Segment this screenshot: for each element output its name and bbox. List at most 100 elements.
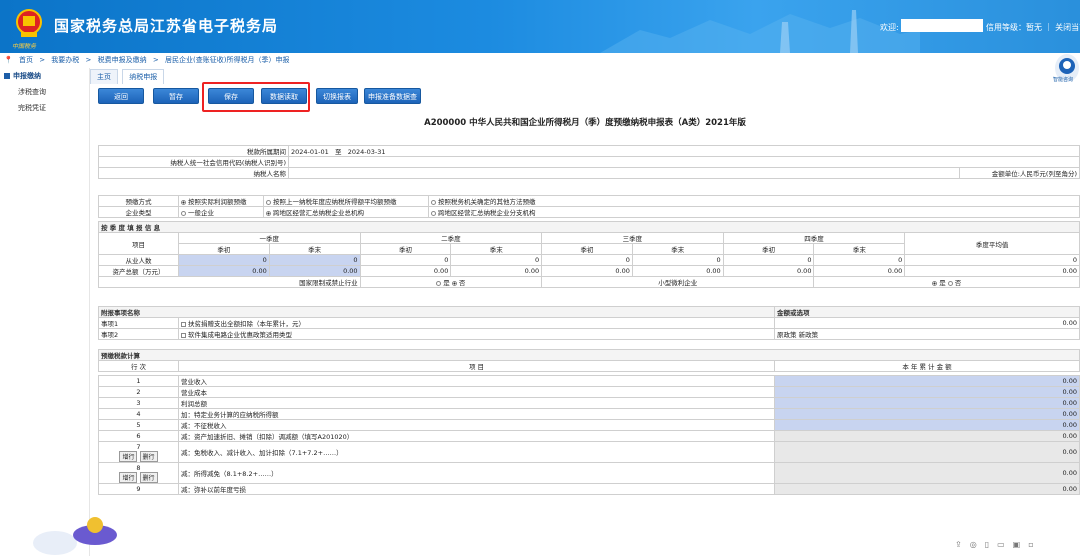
row-item-text: 营业收入 (178, 375, 775, 387)
assets-q2-end: 0.00 (450, 265, 543, 277)
breadcrumb-sep: > (152, 56, 159, 64)
more-icon[interactable]: ▫ (1028, 540, 1041, 549)
employees-q1-start[interactable]: 0 (178, 254, 270, 266)
enterprise-option-1[interactable]: 一般企业 (178, 206, 264, 218)
end-header: 季末 (631, 243, 724, 255)
calc-rows: 1 营业收入 0.00 2 营业成本 0.00 3 利润总额 0.00 4 加：特定业务计算的应纳税… (98, 375, 1080, 495)
radio[interactable] (947, 280, 953, 286)
avg-header: 季度平均值 (904, 232, 1080, 255)
assets-q2-start: 0.00 (359, 265, 452, 277)
start-header: 季初 (541, 243, 633, 255)
row-no: 2 (98, 386, 179, 398)
restricted-industry-options[interactable]: 是 否 (359, 276, 543, 288)
start-header: 季初 (178, 243, 270, 255)
radio[interactable] (181, 210, 186, 216)
credit-level[interactable]: 信用等级：暂无 ｜ 关闭当前 (986, 22, 1080, 33)
radio[interactable] (266, 199, 271, 205)
sidebar-section[interactable]: 申报缴纳 (0, 68, 89, 84)
row-amount[interactable]: 0.00 (774, 430, 1080, 442)
breadcrumb-current[interactable]: 居民企业(查账征收)所得税月（季）申报 (165, 56, 289, 64)
prepay-option-2[interactable]: 按照上一纳税年度应纳税所得额平均额预缴 (263, 195, 429, 207)
enterprise-option-2[interactable]: 跨地区经营汇总纳税企业总机构 (263, 206, 429, 218)
assets-q1-start[interactable]: 0.00 (178, 265, 270, 277)
radio-selected[interactable] (932, 280, 938, 286)
row-amount[interactable]: 0.00 (774, 397, 1080, 409)
location-pin-icon: 📍 (4, 56, 13, 64)
checkbox[interactable] (181, 332, 186, 338)
small-enterprise-label: 小型微利企业 (541, 276, 815, 288)
row-amount[interactable]: 0.00 (774, 462, 1080, 484)
assets-q3-end: 0.00 (631, 265, 724, 277)
copy-icon[interactable]: ▭ (997, 540, 1013, 549)
calc-row: 1 营业收入 0.00 (98, 375, 1080, 387)
employees-q1-end[interactable]: 0 (268, 254, 361, 266)
form-title: A200000 中华人民共和国企业所得税月（季）度预缴纳税申报表（A类）2021… (424, 118, 746, 128)
share-icon[interactable]: ⇪ (955, 540, 970, 549)
radio[interactable] (431, 210, 436, 216)
breadcrumb-tax[interactable]: 我要办税 (51, 56, 79, 64)
back-button[interactable]: 返回 (98, 88, 144, 104)
radio[interactable] (436, 280, 442, 286)
attach-value-2[interactable]: 原政策 新政策 (774, 328, 1080, 340)
tab-declare[interactable]: 纳税申报 (122, 69, 165, 84)
row-item-text: 减：不征税收入 (178, 419, 775, 431)
enterprise-option-3[interactable]: 跨地区经营汇总纳税企业分支机构 (428, 206, 1080, 218)
period-to: 2024-03-31 (347, 148, 386, 156)
row-amount[interactable]: 0.00 (774, 483, 1080, 495)
employees-q3-end: 0 (631, 254, 724, 266)
help-label: 智能咨询 (1053, 77, 1074, 83)
prepay-option-1[interactable]: 按照实际利润额预缴 (178, 195, 264, 207)
assets-q1-end[interactable]: 0.00 (268, 265, 361, 277)
attach-table: 附报事项名称 金额或选项 事项1 扶贫捐赠支出全额扣除（本年累计，元） 0.00 事项… (98, 306, 1080, 340)
period-label: 税款所属期间 (98, 145, 289, 157)
add-row-button[interactable]: 增行 (119, 450, 138, 462)
switch-report-button[interactable]: 切换报表 (316, 88, 358, 104)
sidebar-item-voucher[interactable]: 完税凭证 (0, 100, 89, 116)
delete-row-button[interactable]: 删行 (139, 471, 158, 483)
prep-data-query-button[interactable]: 申报准备数据查询 (364, 88, 421, 117)
prepay-label: 预缴方式 (98, 195, 179, 207)
attach-item-1[interactable]: 扶贫捐赠支出全额扣除（本年累计，元） (178, 317, 775, 329)
temp-save-button[interactable]: 暂存 (153, 88, 199, 104)
attach-no: 事项1 (98, 317, 179, 329)
small-enterprise-options[interactable]: 是 否 (813, 276, 1080, 288)
row-no: 4 (98, 408, 179, 420)
checkbox[interactable] (181, 321, 186, 327)
employees-avg: 0 (904, 254, 1080, 266)
row-no: 6 (98, 430, 179, 442)
row-item-text: 减：所得减免（8.1+8.2+……） (178, 462, 775, 484)
attach-item-2[interactable]: 软件集成电路企业优惠政策适用类型 (178, 328, 775, 340)
row-amount[interactable]: 0.00 (774, 386, 1080, 398)
screenshot-icon[interactable]: ◎ (970, 540, 985, 549)
breadcrumb-home[interactable]: 首页 (19, 56, 33, 64)
radio-selected[interactable] (266, 210, 271, 216)
attach-value-1[interactable]: 0.00 (774, 317, 1080, 329)
breadcrumb-sep: > (39, 56, 46, 64)
smart-help-button[interactable]: 智能咨询 (1053, 54, 1079, 83)
row-amount[interactable]: 0.00 (774, 375, 1080, 387)
radio[interactable] (431, 199, 436, 205)
prepay-option-text: 按照上一纳税年度应纳税所得额平均额预缴 (273, 198, 397, 206)
taxpayer-name-value[interactable] (288, 167, 960, 179)
row-amount[interactable]: 0.00 (774, 441, 1080, 463)
taxid-value[interactable] (288, 156, 1080, 168)
delete-icon[interactable]: ▯ (985, 540, 997, 549)
row-no: 5 (98, 419, 179, 431)
row-amount[interactable]: 0.00 (774, 408, 1080, 420)
assistant-icon (1059, 58, 1075, 74)
delete-row-button[interactable]: 删行 (139, 450, 158, 462)
sidebar-item-query[interactable]: 涉税查询 (0, 84, 89, 100)
radio-selected[interactable] (181, 199, 186, 205)
attach-no: 事项2 (98, 328, 179, 340)
attach-text: 扶贫捐赠支出全额扣除（本年累计，元） (188, 320, 305, 328)
add-row-button[interactable]: 增行 (119, 471, 138, 483)
breadcrumb-declare[interactable]: 税费申报及缴纳 (98, 56, 147, 64)
row-amount[interactable]: 0.00 (774, 419, 1080, 431)
prepay-option-3[interactable]: 按照税务机关确定的其他方法预缴 (428, 195, 1080, 207)
assets-avg: 0.00 (904, 265, 1080, 277)
row-item-text: 减：免税收入、减计收入、加计扣除（7.1+7.2+……） (178, 441, 775, 463)
tab-home[interactable]: 主页 (90, 69, 118, 84)
chat-icon[interactable]: ▣ (1013, 540, 1029, 549)
breadcrumb-sep: > (85, 56, 92, 64)
radio-selected[interactable] (451, 280, 457, 286)
